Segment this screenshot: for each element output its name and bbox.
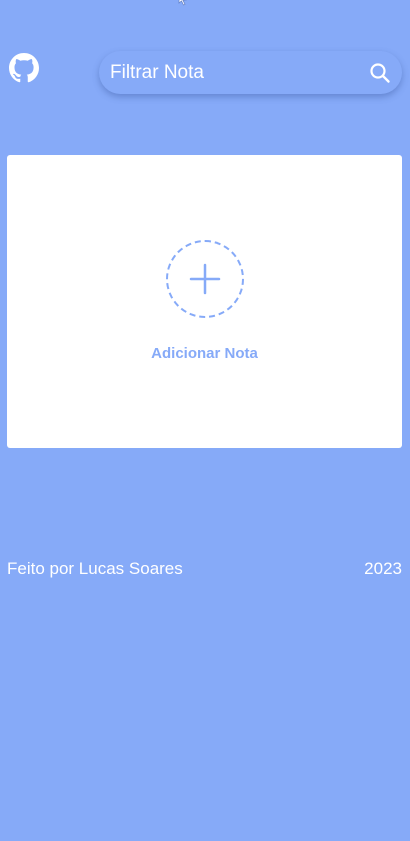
mouse-cursor-icon — [178, 0, 187, 6]
footer-credit: Feito por Lucas Soares — [7, 559, 183, 578]
footer-year: 2023 — [364, 559, 402, 578]
github-icon[interactable] — [9, 53, 39, 83]
add-note-label: Adicionar Nota — [151, 345, 258, 362]
search-bar — [99, 51, 402, 94]
search-icon[interactable] — [369, 62, 391, 84]
plus-icon — [189, 263, 221, 295]
add-note-button[interactable] — [166, 240, 244, 318]
search-input[interactable] — [110, 51, 360, 94]
add-note-card[interactable]: Adicionar Nota — [7, 155, 402, 448]
